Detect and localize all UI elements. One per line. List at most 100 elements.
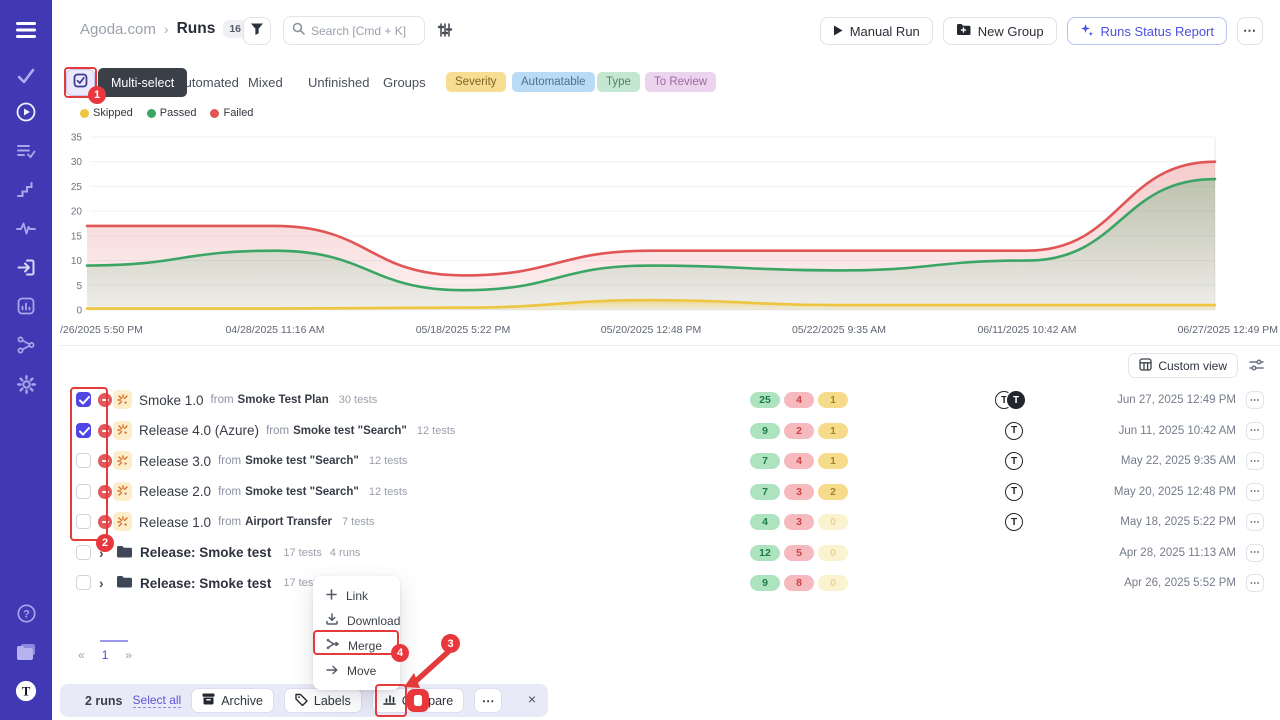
expand-chevron-icon[interactable]: ›	[99, 568, 104, 599]
context-menu-item-move[interactable]: Move	[313, 658, 400, 683]
hamburger-menu-icon[interactable]	[15, 19, 37, 41]
skipped-count-pill: 0	[818, 575, 848, 591]
run-title[interactable]: Release 4.0 (Azure)	[139, 423, 259, 438]
group-title[interactable]: Release: Smoke test	[140, 545, 271, 560]
row-checkbox[interactable]	[76, 484, 91, 499]
filter-chip-severity[interactable]: Severity	[446, 72, 506, 92]
selection-more-button[interactable]: ⋯	[474, 688, 502, 713]
row-checkbox[interactable]	[76, 545, 91, 560]
passed-count-pill: 7	[750, 453, 780, 469]
archive-label: Archive	[221, 694, 263, 708]
run-from-label: from	[211, 394, 234, 406]
row-checkbox[interactable]	[76, 575, 91, 590]
assignee-avatar[interactable]: T	[1007, 391, 1025, 409]
assignee-avatar[interactable]: T	[1005, 483, 1023, 501]
run-plan-link[interactable]: Smoke test "Search"	[245, 455, 359, 467]
run-plan-link[interactable]: Smoke test "Search"	[245, 486, 359, 498]
row-checkbox[interactable]	[76, 453, 91, 468]
projects-folders-icon[interactable]	[15, 641, 37, 663]
row-checkbox[interactable]	[76, 423, 91, 438]
skipped-count-pill: 1	[818, 423, 848, 439]
labels-label: Labels	[314, 694, 351, 708]
run-plan-link[interactable]: Airport Transfer	[245, 516, 332, 528]
context-menu-item-download[interactable]: Download	[313, 608, 400, 633]
close-selection-icon[interactable]: ×	[528, 692, 536, 706]
labels-button[interactable]: Labels	[284, 688, 362, 713]
tests-check-icon[interactable]	[15, 65, 37, 87]
group-folder-icon	[116, 545, 132, 563]
multi-select-checkbox-icon	[73, 73, 88, 93]
app-logo[interactable]: T	[15, 680, 37, 702]
tab-groups[interactable]: Groups	[383, 75, 426, 90]
search-filter-sliders-icon[interactable]	[437, 22, 453, 43]
annotation-badge-1: 1	[88, 86, 106, 104]
row-more-button[interactable]: ⋯	[1246, 422, 1264, 440]
group-row: › Release: Smoke test 17 tests 7 runs 98…	[60, 568, 1280, 599]
pagination-prev[interactable]: «	[78, 648, 85, 662]
row-more-button[interactable]: ⋯	[1246, 513, 1264, 531]
manual-run-button[interactable]: Manual Run	[820, 17, 933, 45]
row-checkbox[interactable]	[76, 514, 91, 529]
selected-count: 2 runs	[85, 694, 123, 708]
run-plan-link[interactable]: Smoke test "Search"	[293, 425, 407, 437]
group-runs-count: 4 runs	[330, 547, 361, 559]
tab-mixed[interactable]: Mixed	[248, 75, 283, 90]
arrow-right-icon	[326, 664, 338, 678]
run-title[interactable]: Release 2.0	[139, 484, 211, 499]
run-plan-link[interactable]: Smoke Test Plan	[238, 394, 329, 406]
search-box[interactable]	[283, 16, 425, 45]
analytics-report-icon[interactable]	[15, 295, 37, 317]
run-date: May 18, 2025 5:22 PM	[1120, 507, 1236, 538]
row-more-button[interactable]: ⋯	[1246, 391, 1264, 409]
help-icon[interactable]: ?	[15, 602, 37, 624]
run-title[interactable]: Smoke 1.0	[139, 393, 204, 408]
pagination-next[interactable]: »	[125, 648, 132, 662]
test-plans-icon[interactable]	[15, 140, 37, 162]
row-more-button[interactable]: ⋯	[1246, 452, 1264, 470]
context-menu-item-merge[interactable]: Merge	[313, 633, 400, 658]
sign-in-icon[interactable]	[15, 256, 37, 278]
group-title[interactable]: Release: Smoke test	[140, 576, 271, 591]
new-group-label: New Group	[978, 24, 1044, 39]
branch-icon[interactable]	[15, 334, 37, 356]
status-badges: 430	[750, 514, 848, 530]
new-group-button[interactable]: New Group	[943, 17, 1057, 45]
view-settings-sliders-icon[interactable]	[1249, 358, 1264, 377]
runs-play-icon[interactable]	[15, 101, 37, 123]
settings-gear-icon[interactable]	[15, 373, 37, 395]
automated-run-icon	[113, 390, 132, 409]
custom-view-button[interactable]: Custom view	[1128, 353, 1238, 378]
search-input[interactable]	[311, 24, 416, 38]
filter-chip-type[interactable]: Type	[597, 72, 640, 92]
context-menu-item-label: Link	[346, 589, 368, 603]
row-more-button[interactable]: ⋯	[1246, 544, 1264, 562]
archive-icon	[202, 693, 215, 708]
pagination-page-1[interactable]: 1	[102, 648, 109, 662]
assignee-avatar[interactable]: T	[1005, 452, 1023, 470]
assignee-avatar[interactable]: T	[1005, 513, 1023, 531]
row-more-button[interactable]: ⋯	[1246, 574, 1264, 592]
run-tests-count: 12 tests	[369, 486, 408, 498]
run-title[interactable]: Release 1.0	[139, 515, 211, 530]
pulse-activity-icon[interactable]	[15, 217, 37, 239]
annotation-badge-2: 2	[96, 534, 114, 552]
context-menu-item-link[interactable]: Link	[313, 583, 400, 608]
filter-chip-automatable[interactable]: Automatable	[512, 72, 595, 92]
assignee-avatar[interactable]: T	[1005, 422, 1023, 440]
run-title[interactable]: Release 3.0	[139, 454, 211, 469]
avatars: T	[1005, 513, 1023, 531]
header-more-button[interactable]: ⋯	[1237, 17, 1263, 45]
group-row: › Release: Smoke test 17 tests 4 runs 12…	[60, 538, 1280, 569]
breadcrumb-project[interactable]: Agoda.com	[80, 21, 156, 38]
filter-funnel-button[interactable]	[243, 17, 271, 45]
passed-count-pill: 7	[750, 484, 780, 500]
archive-button[interactable]: Archive	[191, 688, 274, 713]
runs-status-report-button[interactable]: Runs Status Report	[1067, 17, 1227, 45]
selection-bar: 2 runs Select all Archive Labels Compare…	[60, 684, 548, 717]
filter-chip-to-review[interactable]: To Review	[645, 72, 716, 92]
milestones-steps-icon[interactable]	[15, 179, 37, 201]
select-all-link[interactable]: Select all	[133, 693, 182, 708]
tab-unfinished[interactable]: Unfinished	[308, 75, 369, 90]
row-checkbox[interactable]	[76, 392, 91, 407]
row-more-button[interactable]: ⋯	[1246, 483, 1264, 501]
